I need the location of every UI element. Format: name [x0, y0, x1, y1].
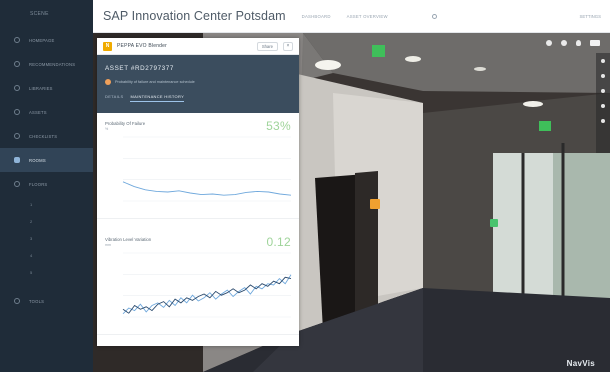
asset-card: N PEPPA EVO Blender Share × ASSET #RD279… [97, 38, 299, 346]
settings-link[interactable]: SETTINGS [580, 14, 602, 19]
tab-details[interactable]: DETAILS [105, 94, 123, 102]
settings-icon[interactable] [561, 40, 567, 46]
vibration-chart [122, 252, 292, 318]
sidebar-item-label: FLOORS [29, 181, 48, 187]
fullscreen-icon[interactable] [601, 119, 605, 123]
sidebar-item-floors[interactable]: FLOORS [0, 172, 93, 196]
sidebar-item-checklists[interactable]: CHECKLISTS [0, 124, 93, 148]
tab-dashboard[interactable]: DASHBOARD [302, 14, 331, 19]
card-header: N PEPPA EVO Blender Share × [97, 38, 299, 55]
sidebar-item-label: CHECKLISTS [29, 133, 58, 139]
tools-icon [14, 298, 20, 304]
series-line-0 [122, 181, 292, 196]
sidebar-item-label: TOOLS [29, 298, 45, 304]
floor-item[interactable]: 1 [0, 196, 93, 213]
floor-item[interactable]: 2 [0, 213, 93, 230]
sidebar-item-label: LIBRARIES [29, 85, 53, 91]
tab-maintenance-history[interactable]: MAINTENANCE HISTORY [130, 94, 185, 102]
sidebar: SCENE HOMEPAGE RECOMMENDATIONS LIBRARIES AS… [0, 0, 93, 372]
floor-up-icon[interactable] [601, 89, 605, 93]
sidebar-item-libraries[interactable]: LIBRARIES [0, 76, 93, 100]
libraries-icon [14, 85, 20, 91]
asset-tabs: DETAILS MAINTENANCE HISTORY [105, 94, 291, 102]
homepage-icon [14, 37, 20, 43]
sidebar-item-homepage[interactable]: HOMEPAGE [0, 28, 93, 52]
card-title: PEPPA EVO Blender [117, 43, 167, 49]
floor-item[interactable]: 5 [0, 264, 93, 281]
recommendations-icon [14, 61, 20, 67]
alert-text: Probability of failure and maintenance s… [115, 80, 195, 84]
viewer-toolbar [546, 40, 600, 46]
zoom-in-icon[interactable] [601, 59, 605, 63]
metric-vibration: Vibration Level Variation mm 0.12 [97, 229, 299, 335]
floor-down-icon[interactable] [601, 104, 605, 108]
floors-icon [14, 181, 20, 187]
sidebar-item-assets[interactable]: ASSETS [0, 100, 93, 124]
sidebar-item-label: ROOMS [29, 157, 46, 163]
app-title: SAP Innovation Center Potsdam [103, 9, 286, 23]
sidebar-item-label: RECOMMENDATIONS [29, 61, 76, 67]
asset-id: ASSET #RD2797377 [105, 65, 174, 72]
failure-chart [122, 136, 292, 202]
metric-probability-of-failure: Probability Of Failure % 53% [97, 113, 299, 219]
sidebar-item-tools[interactable]: TOOLS [0, 289, 93, 313]
close-button[interactable]: × [283, 41, 293, 51]
checklists-icon [14, 133, 20, 139]
warning-icon [105, 79, 111, 85]
alert-row: Probability of failure and maintenance s… [105, 79, 291, 85]
sidebar-item-rooms[interactable]: ROOMS [0, 148, 93, 172]
share-button[interactable]: Share [256, 41, 278, 51]
floor-item[interactable]: 4 [0, 247, 93, 264]
metric-title: Probability Of Failure [105, 121, 146, 126]
info-icon[interactable] [546, 40, 552, 46]
asset-summary: ASSET #RD2797377 Probability of failure … [97, 55, 299, 113]
view-controls [596, 53, 610, 153]
viewer-watermark: NavVis [566, 359, 595, 368]
sidebar-item-label: HOMEPAGE [29, 37, 55, 43]
assets-icon [14, 109, 20, 115]
menu-icon[interactable] [590, 40, 600, 46]
metric-title: Vibration Level Variation [105, 237, 152, 242]
sidebar-brand: SCENE [30, 11, 49, 17]
brand-logo-icon: N [103, 41, 112, 51]
sidebar-item-label: ASSETS [29, 109, 47, 115]
sidebar-item-recommendations[interactable]: RECOMMENDATIONS [0, 52, 93, 76]
rooms-icon [14, 157, 20, 163]
search-icon[interactable] [431, 13, 437, 19]
floor-item[interactable]: 3 [0, 230, 93, 247]
user-icon[interactable] [576, 40, 581, 46]
top-bar: SAP Innovation Center Potsdam DASHBOARD … [93, 0, 610, 33]
tab-asset-overview[interactable]: ASSET OVERVIEW [347, 14, 388, 19]
zoom-out-icon[interactable] [601, 74, 605, 78]
